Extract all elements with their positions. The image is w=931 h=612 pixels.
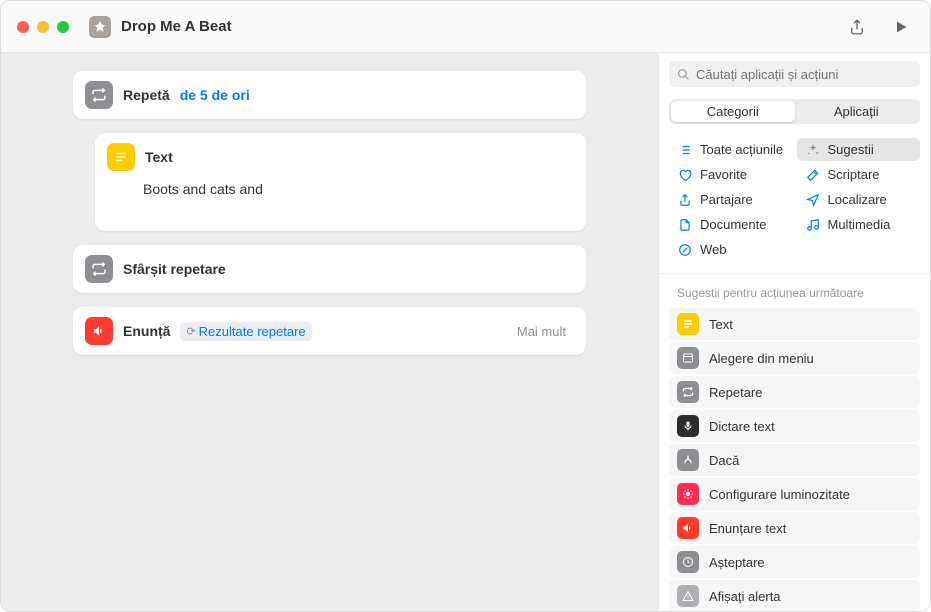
repeat-label: Repetă — [123, 87, 170, 103]
repeat-action[interactable]: Repetă de 5 de ori — [73, 71, 586, 119]
end-repeat-action[interactable]: Sfârșit repetare — [73, 245, 586, 293]
branch-icon — [677, 449, 699, 471]
list-icon — [677, 143, 693, 157]
speak-label: Enunță — [123, 323, 170, 339]
suggestion-item[interactable]: Configurare luminozitate — [669, 478, 920, 510]
wand-icon — [805, 168, 821, 182]
search-field[interactable] — [669, 61, 920, 87]
suggestion-label: Dictare text — [709, 419, 775, 434]
suggestion-item[interactable]: Alegere din meniu — [669, 342, 920, 374]
category-share[interactable]: Partajare — [669, 188, 793, 211]
repeat-icon — [85, 81, 113, 109]
category-heart[interactable]: Favorite — [669, 163, 793, 186]
suggestion-item[interactable]: Enunțare text — [669, 512, 920, 544]
actions-sidebar: Categorii Aplicații Toate acțiunile Suges… — [658, 53, 930, 611]
category-nav[interactable]: Localizare — [797, 188, 921, 211]
clock-icon — [677, 551, 699, 573]
heart-icon — [677, 168, 693, 182]
workflow-canvas[interactable]: Repetă de 5 de ori Text Boots and cats a… — [1, 53, 658, 611]
music-icon — [805, 218, 821, 232]
category-label: Sugestii — [828, 142, 874, 157]
doc-icon — [677, 218, 693, 232]
suggestion-item[interactable]: Text — [669, 308, 920, 340]
category-label: Partajare — [700, 192, 753, 207]
suggestion-label: Repetare — [709, 385, 762, 400]
text-content-input[interactable]: Boots and cats and — [143, 181, 574, 217]
search-icon — [677, 68, 690, 81]
speak-icon — [85, 317, 113, 345]
text-icon — [677, 313, 699, 335]
traffic-lights[interactable] — [17, 21, 69, 33]
bright-icon — [677, 483, 699, 505]
suggestion-item[interactable]: Așteptare — [669, 546, 920, 578]
token-text: Rezultate repetare — [199, 324, 306, 339]
suggestion-item[interactable]: Afișați alerta — [669, 580, 920, 611]
category-sparkle[interactable]: Sugestii — [797, 138, 921, 161]
show-more-button[interactable]: Mai mult — [509, 320, 574, 343]
repeat-end-icon — [85, 255, 113, 283]
category-label: Favorite — [700, 167, 747, 182]
segmented-control[interactable]: Categorii Aplicații — [669, 99, 920, 124]
tab-apps[interactable]: Aplicații — [795, 101, 919, 122]
repeat-icon — [677, 381, 699, 403]
category-wand[interactable]: Scriptare — [797, 163, 921, 186]
run-button[interactable] — [888, 15, 914, 39]
text-action-label: Text — [145, 149, 173, 165]
suggestion-label: Enunțare text — [709, 521, 786, 536]
suggestion-item[interactable]: Repetare — [669, 376, 920, 408]
share-icon — [677, 193, 693, 207]
safari-icon — [677, 243, 693, 257]
text-icon — [107, 143, 135, 171]
category-label: Scriptare — [828, 167, 880, 182]
window-title: Drop Me A Beat — [121, 18, 232, 35]
suggestion-label: Afișați alerta — [709, 589, 781, 604]
category-safari[interactable]: Web — [669, 238, 793, 261]
end-repeat-label: Sfârșit repetare — [123, 261, 226, 277]
suggestion-label: Configurare luminozitate — [709, 487, 850, 502]
category-label: Toate acțiunile — [700, 142, 783, 157]
category-list[interactable]: Toate acțiunile — [669, 138, 793, 161]
category-label: Documente — [700, 217, 766, 232]
close-window-button[interactable] — [17, 21, 29, 33]
sparkle-icon — [805, 143, 821, 157]
menu-icon — [677, 347, 699, 369]
suggestion-item[interactable]: Dacă — [669, 444, 920, 476]
nav-icon — [805, 193, 821, 207]
alert-icon — [677, 585, 699, 607]
suggestion-item[interactable]: Dictare text — [669, 410, 920, 442]
suggestion-label: Alegere din meniu — [709, 351, 814, 366]
suggestion-label: Dacă — [709, 453, 739, 468]
share-button[interactable] — [844, 15, 870, 39]
text-action[interactable]: Text Boots and cats and — [95, 133, 586, 231]
tab-categories[interactable]: Categorii — [671, 101, 795, 122]
category-doc[interactable]: Documente — [669, 213, 793, 236]
suggestion-label: Așteptare — [709, 555, 765, 570]
shortcut-icon — [89, 16, 111, 38]
repeat-param[interactable]: de 5 de ori — [180, 87, 250, 103]
speak-icon — [677, 517, 699, 539]
suggestion-label: Text — [709, 317, 733, 332]
speak-action[interactable]: Enunță ⟳ Rezultate repetare Mai mult — [73, 307, 586, 355]
variable-icon: ⟳ — [186, 325, 195, 338]
category-label: Multimedia — [828, 217, 891, 232]
suggestions-header: Sugestii pentru acțiunea următoare — [669, 282, 920, 308]
search-input[interactable] — [696, 67, 912, 82]
fullscreen-window-button[interactable] — [57, 21, 69, 33]
category-music[interactable]: Multimedia — [797, 213, 921, 236]
category-label: Web — [700, 242, 727, 257]
mic-icon — [677, 415, 699, 437]
speak-variable-token[interactable]: ⟳ Rezultate repetare — [180, 322, 311, 341]
category-label: Localizare — [828, 192, 887, 207]
minimize-window-button[interactable] — [37, 21, 49, 33]
